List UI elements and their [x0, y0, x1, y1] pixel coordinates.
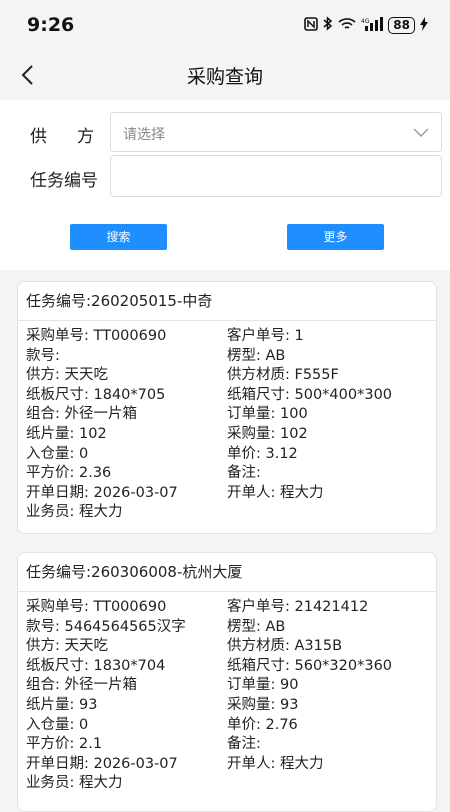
- status-icons: 4G 88: [304, 16, 428, 34]
- detail-row: 纸板尺寸: 1840*705 纸箱尺寸: 500*400*300: [26, 386, 428, 406]
- detail-field: 采购量: 93: [227, 696, 299, 713]
- detail-row: 业务员: 程大力: [26, 503, 428, 523]
- status-bar: 9:26 4G 88: [0, 0, 450, 50]
- detail-field: 纸箱尺寸: 560*320*360: [227, 657, 393, 674]
- detail-field: 纸片量: 102: [26, 425, 107, 442]
- detail-field: 开单日期: 2026-03-07: [26, 755, 178, 772]
- task-number-input[interactable]: [110, 155, 442, 197]
- more-button[interactable]: 更多: [287, 224, 384, 250]
- detail-field: 订单量: 90: [227, 677, 299, 694]
- record-title: 任务编号:260205015-中奇: [18, 282, 436, 321]
- detail-field: 采购单号: TT000690: [26, 599, 167, 615]
- detail-field: [227, 503, 427, 523]
- nfc-icon: [304, 16, 319, 34]
- detail-row: 开单日期: 2026-03-07 开单人: 程大力: [26, 755, 428, 775]
- detail-row: 供方: 天天吃 供方材质: A315B: [26, 637, 428, 657]
- detail-field: 纸板尺寸: 1830*704: [26, 657, 166, 674]
- wifi-icon: [338, 17, 356, 34]
- record-details: 采购单号: TT000690 客户单号: 21421412 款号: 5464564…: [18, 592, 436, 800]
- detail-field: 入仓量: 0: [26, 716, 89, 733]
- record-card[interactable]: 任务编号:260205015-中奇 采购单号: TT000690 客户单号: 1 …: [17, 281, 437, 534]
- detail-row: 开单日期: 2026-03-07 开单人: 程大力: [26, 484, 428, 504]
- detail-field: 备注:: [227, 465, 261, 482]
- detail-row: 采购单号: TT000690 客户单号: 21421412: [26, 598, 428, 618]
- detail-row: 采购单号: TT000690 客户单号: 1: [26, 327, 428, 347]
- detail-row: 纸板尺寸: 1830*704 纸箱尺寸: 560*320*360: [26, 657, 428, 677]
- detail-field: 供方: 天天吃: [26, 638, 108, 655]
- detail-row: 入仓量: 0 单价: 3.12: [26, 445, 428, 465]
- detail-field: 供方: 天天吃: [26, 367, 108, 384]
- supplier-select-placeholder: 请选择: [123, 127, 165, 143]
- detail-row: 款号: 5464564565汉字 楞型: AB: [26, 618, 428, 638]
- record-title: 任务编号:260306008-杭州大厦: [18, 553, 436, 592]
- charging-icon: [420, 16, 428, 34]
- detail-row: 平方价: 2.36 备注:: [26, 464, 428, 484]
- record-card[interactable]: 任务编号:260306008-杭州大厦 采购单号: TT000690 客户单号: …: [17, 552, 437, 812]
- detail-field: 组合: 外径一片箱: [26, 677, 137, 694]
- chevron-down-icon: [413, 128, 429, 137]
- detail-field: [227, 774, 427, 794]
- supplier-select[interactable]: 请选择: [110, 112, 442, 152]
- detail-field: 采购量: 102: [227, 425, 308, 442]
- detail-field: 楞型: AB: [227, 618, 286, 635]
- header-bar: 采购查询: [0, 50, 450, 100]
- detail-row: 入仓量: 0 单价: 2.76: [26, 716, 428, 736]
- detail-field: 订单量: 100: [227, 406, 308, 423]
- signal-icon: 4G: [361, 16, 384, 34]
- detail-row: 平方价: 2.1 备注:: [26, 735, 428, 755]
- detail-field: 供方材质: A315B: [227, 638, 343, 655]
- detail-field: 采购单号: TT000690: [26, 328, 167, 344]
- detail-field: 款号: 5464564565汉字: [26, 618, 186, 635]
- detail-field: 业务员: 程大力: [26, 504, 123, 521]
- detail-field: 备注:: [227, 736, 261, 753]
- status-time: 9:26: [27, 14, 75, 36]
- detail-row: 纸片量: 102 采购量: 102: [26, 425, 428, 445]
- detail-field: 单价: 2.76: [227, 716, 298, 733]
- detail-field: 入仓量: 0: [26, 445, 89, 462]
- battery-icon: 88: [388, 16, 415, 34]
- page-title: 采购查询: [186, 66, 263, 88]
- detail-field: 客户单号: 1: [227, 328, 304, 344]
- svg-text:4G: 4G: [361, 18, 370, 25]
- search-button[interactable]: 搜索: [70, 224, 167, 250]
- detail-field: 单价: 3.12: [227, 445, 298, 462]
- record-details: 采购单号: TT000690 客户单号: 1 款号: 楞型: AB 供方: 天天吃供…: [18, 321, 436, 529]
- detail-row: 纸片量: 93 采购量: 93: [26, 696, 428, 716]
- detail-row: 业务员: 程大力: [26, 774, 428, 794]
- detail-row: 款号: 楞型: AB: [26, 347, 428, 367]
- detail-field: 平方价: 2.36: [26, 465, 112, 482]
- bluetooth-icon: [323, 16, 333, 34]
- task-number-label: 任务编号: [30, 171, 98, 191]
- detail-field: 楞型: AB: [227, 347, 286, 364]
- detail-field: 供方材质: F555F: [227, 367, 339, 384]
- detail-field: 开单日期: 2026-03-07: [26, 484, 178, 501]
- detail-field: 平方价: 2.1: [26, 736, 103, 753]
- detail-field: 纸片量: 93: [26, 696, 98, 713]
- detail-field: 开单人: 程大力: [227, 755, 324, 772]
- detail-row: 组合: 外径一片箱 订单量: 100: [26, 405, 428, 425]
- detail-field: 纸箱尺寸: 500*400*300: [227, 386, 393, 403]
- detail-row: 组合: 外径一片箱 订单量: 90: [26, 676, 428, 696]
- detail-field: 业务员: 程大力: [26, 775, 123, 792]
- detail-field: 客户单号: 21421412: [227, 599, 369, 615]
- detail-row: 供方: 天天吃 供方材质: F555F: [26, 366, 428, 386]
- detail-field: 开单人: 程大力: [227, 484, 324, 501]
- detail-field: 纸板尺寸: 1840*705: [26, 386, 166, 403]
- detail-field: 款号:: [26, 347, 60, 364]
- detail-field: 组合: 外径一片箱: [26, 406, 137, 423]
